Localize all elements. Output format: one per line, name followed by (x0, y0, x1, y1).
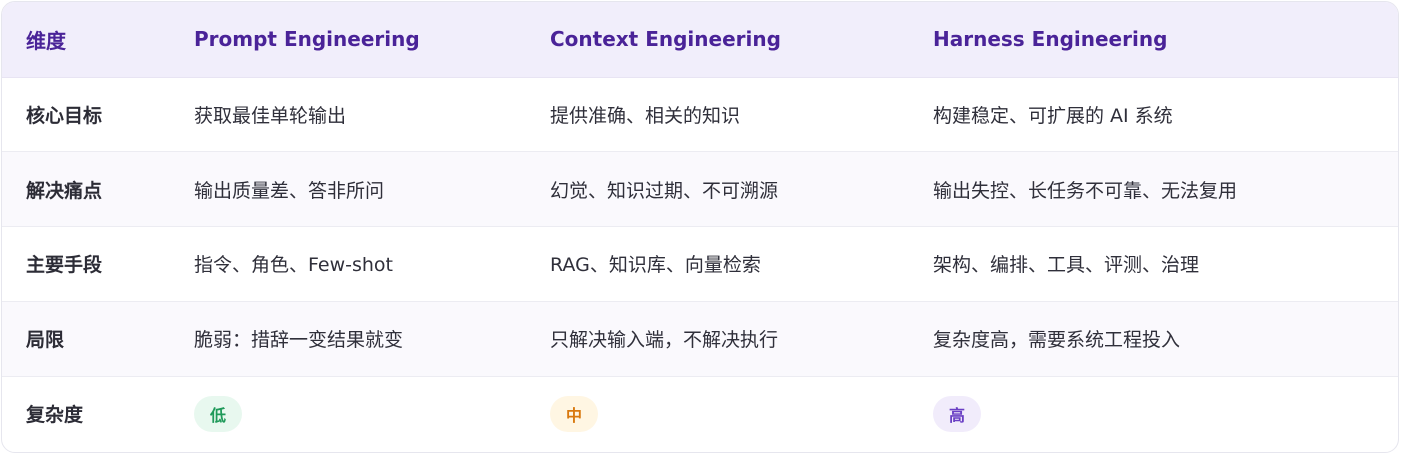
row-dimension-label: 局限 (26, 329, 65, 352)
row-dimension-label: 复杂度 (26, 404, 84, 427)
cell-prompt: 输出质量差、答非所问 (194, 179, 385, 202)
header-harness-engineering: Harness Engineering (909, 2, 1398, 78)
cell-context: RAG、知识库、向量检索 (550, 254, 761, 277)
cell-prompt: 脆弱：措辞一变结果就变 (194, 329, 404, 352)
header-prompt-engineering: Prompt Engineering (170, 2, 526, 78)
cell-harness: 输出失控、长任务不可靠、无法复用 (933, 179, 1238, 202)
table-row: 主要手段 指令、角色、Few-shot RAG、知识库、向量检索 架构、编排、工… (2, 227, 1398, 302)
cell-harness: 高 (909, 376, 1398, 451)
cell-prompt: 获取最佳单轮输出 (194, 104, 347, 127)
table-row: 核心目标 获取最佳单轮输出 提供准确、相关的知识 构建稳定、可扩展的 AI 系统 (2, 77, 1398, 152)
row-dimension-label: 解决痛点 (26, 179, 103, 202)
comparison-table-container: 维度 Prompt Engineering Context Engineerin… (1, 1, 1399, 453)
cell-harness: 构建稳定、可扩展的 AI 系统 (933, 104, 1173, 127)
cell-context: 只解决输入端，不解决执行 (550, 329, 779, 352)
cell-context: 中 (526, 376, 909, 451)
table-row: 局限 脆弱：措辞一变结果就变 只解决输入端，不解决执行 复杂度高，需要系统工程投… (2, 301, 1398, 377)
cell-context: 提供准确、相关的知识 (550, 104, 741, 127)
cell-context: 幻觉、知识过期、不可溯源 (550, 179, 779, 202)
cell-prompt: 低 (170, 376, 526, 451)
complexity-badge-high: 高 (933, 395, 981, 432)
cell-prompt: 指令、角色、Few-shot (194, 254, 393, 277)
cell-harness: 架构、编排、工具、评测、治理 (933, 254, 1200, 277)
table-header: 维度 Prompt Engineering Context Engineerin… (2, 2, 1398, 78)
table-row-complexity: 复杂度 低 中 高 (2, 376, 1398, 451)
table-row: 解决痛点 输出质量差、答非所问 幻觉、知识过期、不可溯源 输出失控、长任务不可靠… (2, 151, 1398, 227)
complexity-badge-low: 低 (194, 395, 242, 432)
cell-harness: 复杂度高，需要系统工程投入 (933, 329, 1181, 352)
comparison-table: 维度 Prompt Engineering Context Engineerin… (2, 2, 1398, 451)
row-dimension-label: 主要手段 (26, 254, 103, 277)
header-row: 维度 Prompt Engineering Context Engineerin… (2, 2, 1398, 78)
row-dimension-label: 核心目标 (26, 104, 103, 127)
table-body: 核心目标 获取最佳单轮输出 提供准确、相关的知识 构建稳定、可扩展的 AI 系统… (2, 77, 1398, 451)
header-context-engineering: Context Engineering (526, 2, 909, 78)
complexity-badge-mid: 中 (550, 395, 598, 432)
header-dimension: 维度 (2, 2, 170, 78)
